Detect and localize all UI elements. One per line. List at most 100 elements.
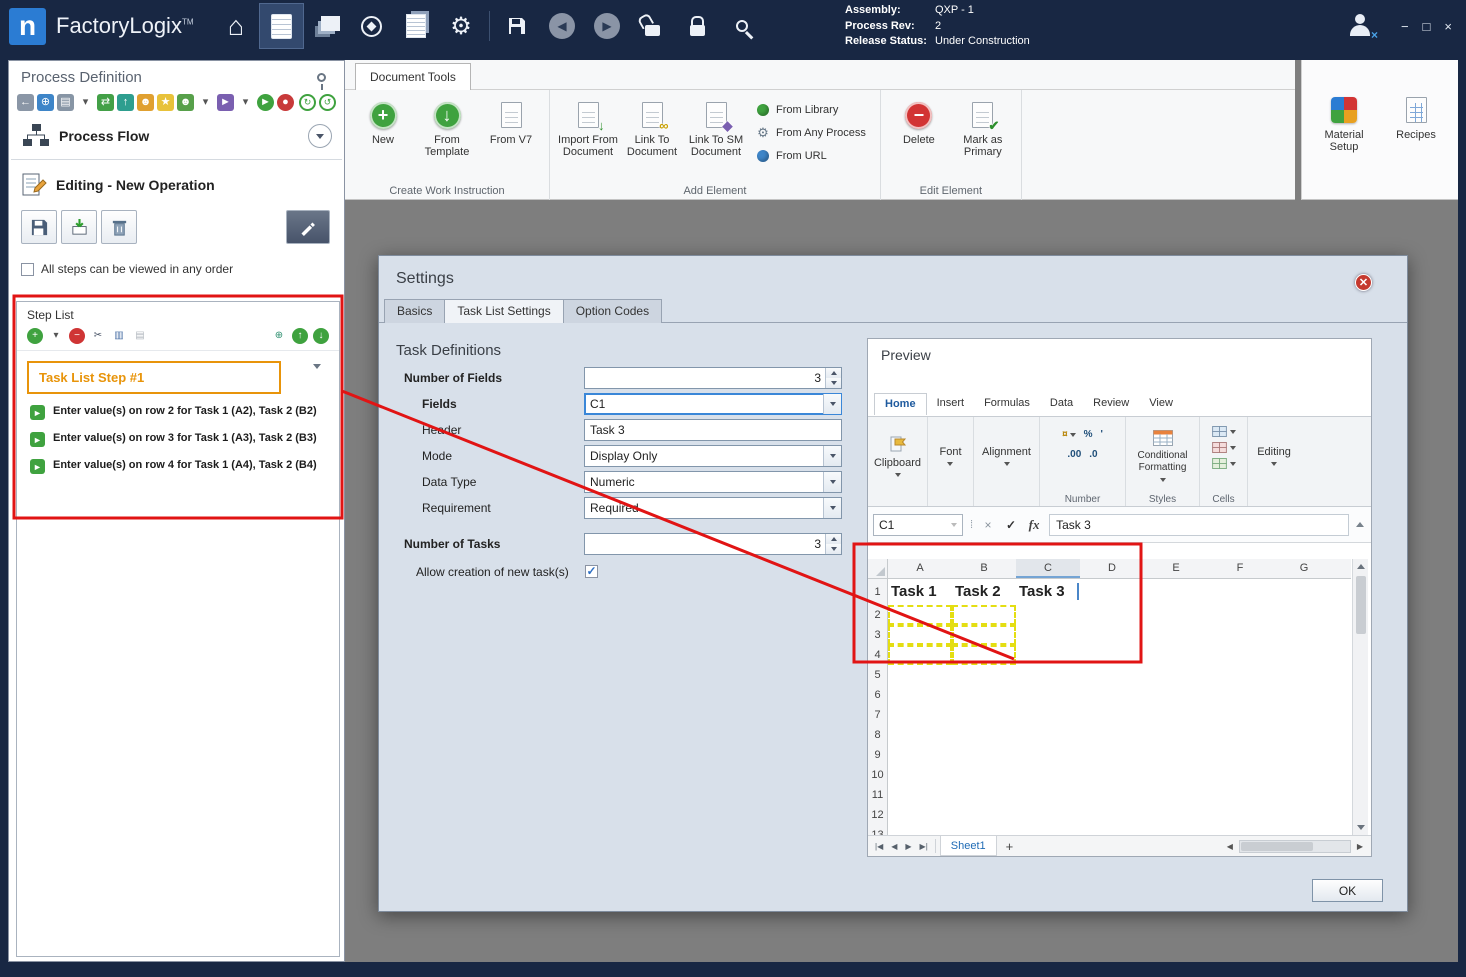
cell-F6[interactable] <box>1208 685 1272 705</box>
cell-E8[interactable] <box>1144 725 1208 745</box>
mark-as-primary-button[interactable]: ✔ Mark as Primary <box>951 92 1015 184</box>
cell-F9[interactable] <box>1208 745 1272 765</box>
data-type-dropdown[interactable]: Numeric <box>584 471 842 493</box>
settings-tab-option-codes[interactable]: Option Codes <box>562 299 663 323</box>
column-header-E[interactable]: E <box>1144 559 1208 579</box>
cell-F7[interactable] <box>1208 705 1272 725</box>
spreadsheet-tab-home[interactable]: Home <box>874 393 927 415</box>
row-header-4[interactable]: 4 <box>868 645 888 665</box>
assign-icon[interactable]: ► <box>217 94 234 111</box>
material-setup-button[interactable]: Material Setup <box>1312 96 1376 153</box>
from-any-process-button[interactable]: ⚙ From Any Process <box>756 125 866 141</box>
font-button[interactable]: Font <box>931 419 969 493</box>
next-sheet-button[interactable]: ▶ <box>902 842 914 851</box>
cell-B3[interactable] <box>952 625 1016 645</box>
checkin-icon[interactable]: ↑ <box>117 94 134 111</box>
conditional-formatting-button[interactable]: Conditional Formatting <box>1128 419 1197 493</box>
cell-B9[interactable] <box>952 745 1016 765</box>
row-header-7[interactable]: 7 <box>868 705 888 725</box>
user-icon[interactable]: ☻ <box>137 94 154 111</box>
cell-D6[interactable] <box>1080 685 1144 705</box>
work-instructions-icon[interactable] <box>258 3 304 49</box>
number-of-tasks-input[interactable]: 3 <box>584 533 842 555</box>
undo-icon[interactable]: ← <box>17 94 34 111</box>
cell-F1[interactable] <box>1208 579 1272 605</box>
cell-B13[interactable] <box>952 825 1016 835</box>
cell-A4[interactable] <box>888 645 952 665</box>
cell-B1[interactable]: Task 2 <box>952 579 1016 605</box>
cell-G4[interactable] <box>1272 645 1336 665</box>
find-structure-icon[interactable] <box>720 3 765 49</box>
team-icon[interactable]: ☻ <box>177 94 194 111</box>
spreadsheet-tab-insert[interactable]: Insert <box>927 393 975 415</box>
collapse-formula-bar-icon[interactable] <box>1356 522 1364 527</box>
refresh-icon[interactable]: ⇄ <box>97 94 114 111</box>
settings-tab-task-list-settings[interactable]: Task List Settings <box>444 299 564 323</box>
cell-A5[interactable] <box>888 665 952 685</box>
vertical-scrollbar[interactable] <box>1352 559 1368 835</box>
cell-C9[interactable] <box>1016 745 1080 765</box>
cell-A13[interactable] <box>888 825 952 835</box>
start-icon[interactable]: ► <box>257 94 274 111</box>
dropdown-icon[interactable] <box>823 446 841 466</box>
import-from-document-button[interactable]: ↓ Import From Document <box>556 92 620 184</box>
row-header-12[interactable]: 12 <box>868 805 888 825</box>
increase-decimal-icon[interactable]: .00 <box>1067 449 1081 460</box>
cell-D7[interactable] <box>1080 705 1144 725</box>
cell-C13[interactable] <box>1016 825 1080 835</box>
cell-G2[interactable] <box>1272 605 1336 625</box>
cell-E7[interactable] <box>1144 705 1208 725</box>
spinner-buttons[interactable] <box>825 534 841 554</box>
user-icon[interactable]: × <box>1348 14 1378 42</box>
row-header-2[interactable]: 2 <box>868 605 888 625</box>
collapse-icon[interactable] <box>308 124 332 148</box>
spinner-buttons[interactable] <box>825 368 841 388</box>
row-header-5[interactable]: 5 <box>868 665 888 685</box>
cell-E1[interactable] <box>1144 579 1208 605</box>
dialog-close-icon[interactable]: ✕ <box>1355 274 1372 291</box>
cell-E2[interactable] <box>1144 605 1208 625</box>
comma-icon[interactable]: ' <box>1101 429 1103 440</box>
delete-operation-button[interactable] <box>101 210 137 244</box>
row-header-6[interactable]: 6 <box>868 685 888 705</box>
print-icon[interactable]: ▤ <box>57 94 74 111</box>
horizontal-scroll-thumb[interactable] <box>1240 841 1313 851</box>
requirement-dropdown[interactable]: Required <box>584 497 842 519</box>
fields-dropdown[interactable]: C1 <box>584 393 842 415</box>
cell-C2[interactable] <box>1016 605 1080 625</box>
cell-A6[interactable] <box>888 685 952 705</box>
row-header-8[interactable]: 8 <box>868 725 888 745</box>
cell-D8[interactable] <box>1080 725 1144 745</box>
unlock-icon[interactable] <box>630 3 675 49</box>
delete-button[interactable]: − Delete <box>887 92 951 184</box>
sync-icon[interactable]: ↻ <box>299 94 316 111</box>
find-step-icon[interactable]: ⊕ <box>271 328 287 344</box>
cell-F10[interactable] <box>1208 765 1272 785</box>
alignment-button[interactable]: Alignment <box>974 419 1039 493</box>
cell-B11[interactable] <box>952 785 1016 805</box>
pin-icon[interactable] <box>317 73 326 90</box>
cell-C7[interactable] <box>1016 705 1080 725</box>
save-operation-button[interactable] <box>21 210 57 244</box>
add-sheet-button[interactable]: + <box>999 839 1021 854</box>
scroll-up-icon[interactable] <box>1354 559 1368 574</box>
mode-dropdown[interactable]: Display Only <box>584 445 842 467</box>
close-button[interactable]: × <box>1444 19 1452 34</box>
cell-E12[interactable] <box>1144 805 1208 825</box>
view-order-checkbox[interactable] <box>21 262 34 276</box>
sheet-tab[interactable]: Sheet1 <box>939 836 997 856</box>
spreadsheet-tab-view[interactable]: View <box>1139 393 1183 415</box>
cell-A9[interactable] <box>888 745 952 765</box>
cell-A3[interactable] <box>888 625 952 645</box>
cell-F3[interactable] <box>1208 625 1272 645</box>
first-sheet-button[interactable]: |◀ <box>872 842 886 851</box>
cell-B8[interactable] <box>952 725 1016 745</box>
last-sheet-button[interactable]: ▶| <box>917 842 931 851</box>
cell-G11[interactable] <box>1272 785 1336 805</box>
scroll-left-icon[interactable]: ◀ <box>1223 842 1237 851</box>
formula-input[interactable]: Task 3 <box>1049 513 1349 536</box>
row-header-13[interactable]: 13 <box>868 825 888 835</box>
step-sub-item[interactable]: ► Enter value(s) on row 4 for Task 1 (A4)… <box>17 452 339 479</box>
cell-D5[interactable] <box>1080 665 1144 685</box>
cell-A1[interactable]: Task 1 <box>888 579 952 605</box>
